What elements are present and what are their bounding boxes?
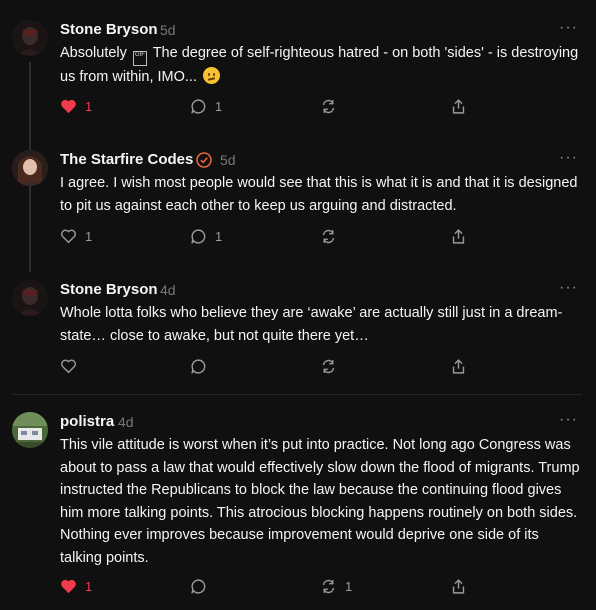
- repost-button[interactable]: [320, 356, 345, 376]
- action-bar: 1 1: [60, 576, 480, 596]
- comment-text: Absolutely GIF The degree of self-righte…: [60, 42, 582, 89]
- repost-button[interactable]: [320, 96, 345, 116]
- comment-text: This vile attitude is worst when it’s pu…: [60, 437, 580, 566]
- repost-count: 1: [345, 578, 353, 594]
- share-button[interactable]: [450, 226, 467, 246]
- comment-bubble-icon: [191, 228, 206, 244]
- more-options-icon[interactable]: ···: [559, 20, 578, 36]
- reply-button[interactable]: [190, 576, 215, 596]
- avatar[interactable]: [12, 20, 48, 56]
- like-button[interactable]: 1: [60, 96, 92, 116]
- action-bar: 1 1: [60, 226, 480, 246]
- confused-face-emoji-icon: [203, 67, 221, 84]
- heart-filled-icon: [61, 579, 76, 594]
- reply-count: 1: [215, 228, 223, 244]
- avatar[interactable]: [12, 150, 48, 186]
- heart-outline-icon: [61, 229, 76, 244]
- timestamp: 4d: [118, 414, 134, 430]
- comment-bubble-icon: [191, 578, 206, 594]
- like-button[interactable]: 1: [60, 226, 92, 246]
- like-count: 1: [85, 98, 93, 114]
- comment-bubble-icon: [191, 98, 206, 114]
- repost-icon: [322, 579, 335, 593]
- repost-icon: [322, 99, 335, 113]
- repost-icon: [322, 359, 335, 373]
- action-bar: [60, 356, 480, 376]
- comment-text: Whole lotta folks who believe they are ‘…: [60, 305, 563, 344]
- repost-icon: [322, 229, 335, 243]
- timestamp: 5d: [220, 152, 236, 168]
- heart-filled-icon: [61, 99, 76, 114]
- reply-count: 1: [215, 98, 223, 114]
- timestamp: 5d: [160, 22, 176, 38]
- repost-button[interactable]: [320, 226, 345, 246]
- share-icon: [452, 98, 465, 114]
- share-button[interactable]: [450, 576, 467, 596]
- reply-button[interactable]: 1: [190, 226, 222, 246]
- author-name[interactable]: polistra: [60, 412, 114, 432]
- like-count: 1: [85, 578, 93, 594]
- divider: [12, 394, 582, 395]
- comment-text-start: Absolutely: [60, 45, 127, 61]
- more-options-icon[interactable]: ···: [559, 150, 578, 166]
- like-button[interactable]: [60, 356, 85, 376]
- author-name[interactable]: Stone Bryson: [60, 280, 158, 300]
- share-icon: [452, 578, 465, 594]
- reply-button[interactable]: 1: [190, 96, 222, 116]
- comment-bubble-icon: [191, 358, 206, 374]
- share-icon: [452, 228, 465, 244]
- more-options-icon[interactable]: ···: [559, 280, 578, 296]
- action-bar: 1 1: [60, 96, 480, 116]
- verified-badge-icon: [196, 152, 212, 168]
- timestamp: 4d: [160, 282, 176, 298]
- like-button[interactable]: 1: [60, 576, 92, 596]
- like-count: 1: [85, 228, 93, 244]
- share-icon: [452, 358, 465, 374]
- avatar[interactable]: [12, 280, 48, 316]
- avatar[interactable]: [12, 412, 48, 448]
- comment-text: I agree. I wish most people would see th…: [60, 175, 578, 214]
- repost-button[interactable]: 1: [320, 576, 352, 596]
- more-options-icon[interactable]: ···: [559, 412, 578, 428]
- reply-button[interactable]: [190, 356, 215, 376]
- heart-outline-icon: [61, 359, 76, 374]
- share-button[interactable]: [450, 356, 467, 376]
- author-name[interactable]: Stone Bryson: [60, 20, 158, 40]
- share-button[interactable]: [450, 96, 467, 116]
- author-name[interactable]: The Starfire Codes: [60, 150, 193, 170]
- gif-emoji-icon: GIF: [132, 51, 147, 66]
